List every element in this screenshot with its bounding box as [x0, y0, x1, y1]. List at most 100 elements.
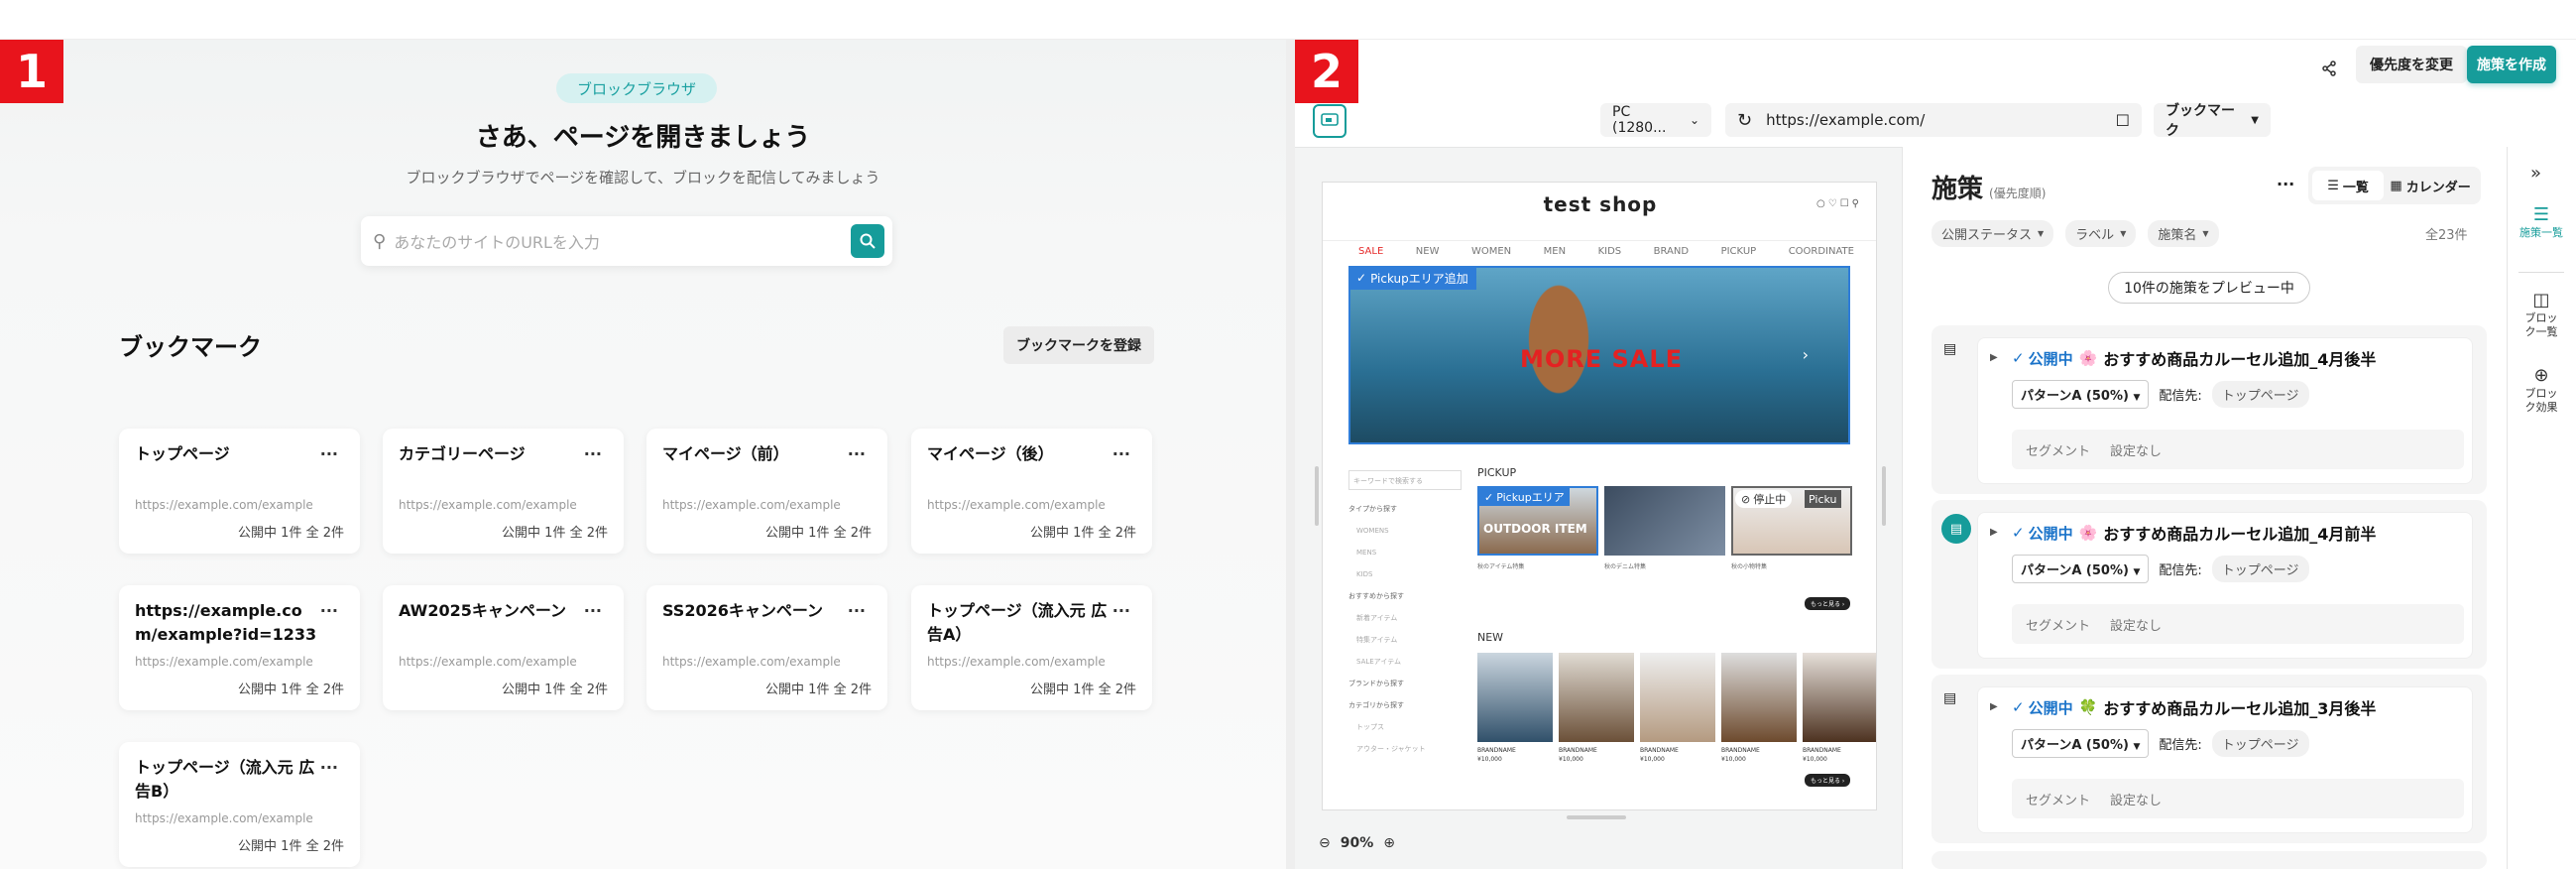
more-icon[interactable]: ...: [848, 440, 866, 459]
bookmark-card[interactable]: トップページ（流入元 広告A）... https://example.com/ex…: [911, 585, 1152, 710]
shop-nav-item[interactable]: SALE: [1358, 246, 1383, 257]
more-icon[interactable]: ...: [320, 754, 338, 773]
side-menu-item[interactable]: ブランドから探す: [1348, 673, 1462, 694]
side-menu-item[interactable]: カテゴリから探す: [1348, 694, 1462, 716]
bookmark-card[interactable]: カテゴリーページ... https://example.com/example 公開…: [383, 429, 624, 554]
hero-banner[interactable]: MORE SALE ›: [1348, 266, 1850, 444]
more-icon[interactable]: ...: [320, 597, 338, 616]
more-icon[interactable]: ...: [848, 597, 866, 616]
bookmark-card[interactable]: マイページ（前）... https://example.com/example 公開…: [646, 429, 887, 554]
resize-handle-bottom[interactable]: [1567, 815, 1626, 819]
side-menu-item[interactable]: おすすめから探す: [1348, 585, 1462, 607]
sidebar-item-blocks[interactable]: ◫ ブロック一覧: [2509, 290, 2574, 339]
change-priority-button[interactable]: 優先度を変更: [2356, 46, 2467, 83]
shop-nav-item[interactable]: KIDS: [1598, 246, 1622, 257]
bookmark-card[interactable]: マイページ（後）... https://example.com/example 公開…: [911, 429, 1152, 554]
filter-status[interactable]: 公開ステータス ▼: [1932, 220, 2054, 247]
bookmark-select[interactable]: ブックマーク ▼: [2154, 103, 2271, 139]
bookmark-url: https://example.com/example: [135, 811, 313, 825]
url-search-box[interactable]: ⚲ あなたのサイトのURLを入力: [361, 216, 892, 266]
list-view-button[interactable]: ☰ 一覧: [2312, 171, 2385, 200]
product-image[interactable]: [1721, 653, 1797, 742]
side-menu-item[interactable]: 新着アイテム: [1348, 607, 1462, 629]
expand-caret-icon[interactable]: ▶: [1990, 701, 1998, 712]
product-image[interactable]: [1803, 653, 1876, 742]
measure-card[interactable]: ▤ ▶ ✓ 公開中 🌸 おすすめ商品カルーセル追加_4月後半 パターンA (50%) …: [1932, 325, 2487, 494]
filter-name[interactable]: 施策名 ▼: [2148, 220, 2219, 247]
side-menu-item[interactable]: アウター・ジャケット: [1348, 738, 1462, 760]
bookmark-card[interactable]: SS2026キャンペーン... https://example.com/examp…: [646, 585, 887, 710]
shop-nav-item[interactable]: COORDINATE: [1789, 246, 1854, 257]
side-menu-item[interactable]: トップス: [1348, 716, 1462, 738]
product-image[interactable]: [1559, 653, 1634, 742]
measure-card[interactable]: ▤ ▶ ✓ 公開中 🌸 おすすめ商品カルーセル追加_4月前半 パターンA (50%) …: [1932, 500, 2487, 669]
share-icon[interactable]: [2314, 54, 2344, 83]
select-block-icon[interactable]: [1313, 104, 1347, 138]
pickup-more-button[interactable]: もっと見る ›: [1805, 597, 1851, 610]
more-icon[interactable]: ...: [320, 440, 338, 459]
resize-handle-right[interactable]: [1882, 466, 1886, 526]
shop-side-search[interactable]: キーワードで検索する: [1348, 470, 1462, 490]
pickup-item-2[interactable]: [1604, 486, 1725, 556]
split-divider[interactable]: [1286, 40, 1295, 869]
measure-card-partial[interactable]: [1932, 851, 2487, 869]
expand-caret-icon[interactable]: ▶: [1990, 352, 1998, 363]
create-measure-button[interactable]: 施策を作成: [2467, 46, 2556, 83]
bookmark-card[interactable]: トップページ（流入元 広告B）... https://example.com/ex…: [119, 742, 360, 867]
bookmark-icon[interactable]: ☐: [2116, 111, 2130, 130]
filter-label[interactable]: ラベル ▼: [2065, 220, 2137, 247]
new-more-button[interactable]: もっと見る ›: [1805, 774, 1851, 787]
side-menu-item[interactable]: タイプから探す: [1348, 498, 1462, 520]
product-image[interactable]: [1477, 653, 1553, 742]
device-select[interactable]: PC (1280... ⌄: [1600, 103, 1711, 137]
pattern-select[interactable]: パターンA (50%) ▼: [2012, 380, 2150, 409]
more-icon[interactable]: ...: [1112, 597, 1130, 616]
pickup-item-1[interactable]: ✓ Pickupエリア OUTDOOR ITEM: [1477, 486, 1598, 556]
side-menu-item[interactable]: KIDS: [1348, 563, 1462, 585]
chevron-right-icon[interactable]: ›: [1803, 345, 1809, 364]
shop-preview[interactable]: test shop ○♡☐⚲ SALE NEW WOMEN MEN KIDS B…: [1322, 182, 1877, 810]
more-icon[interactable]: ...: [584, 597, 602, 616]
sidebar-item-block-effect[interactable]: ⊕ ブロック効果: [2509, 365, 2574, 415]
shop-nav-item[interactable]: MEN: [1544, 246, 1566, 257]
zoom-in-icon[interactable]: ⊕: [1383, 835, 1395, 851]
shop-nav-item[interactable]: WOMEN: [1471, 246, 1511, 257]
segment-row[interactable]: セグメント 設定なし: [2012, 430, 2464, 469]
shop-nav-item[interactable]: BRAND: [1654, 246, 1689, 257]
search-icon: [860, 233, 876, 249]
pickup-item-3[interactable]: ⊘ 停止中 Picku: [1731, 486, 1852, 556]
bookmark-title: SS2026キャンペーン: [662, 601, 824, 620]
side-menu-item[interactable]: SALEアイテム: [1348, 651, 1462, 673]
measure-card[interactable]: ▤ ▶ ✓ 公開中 🍀 おすすめ商品カルーセル追加_3月後半 パターンA (50%) …: [1932, 675, 2487, 843]
more-icon[interactable]: ...: [1112, 440, 1130, 459]
panel-more-icon[interactable]: ···: [2277, 175, 2294, 193]
register-bookmark-button[interactable]: ブックマークを登録: [1003, 326, 1154, 364]
bookmark-card[interactable]: https://example.com/example?id=1233456..…: [119, 585, 360, 710]
resize-handle-left[interactable]: [1315, 466, 1319, 526]
product-image[interactable]: [1640, 653, 1715, 742]
more-icon[interactable]: ...: [584, 440, 602, 459]
preview-count-chip[interactable]: 10件の施策をプレビュー中: [2108, 272, 2310, 304]
collapse-icon[interactable]: »: [2530, 163, 2541, 184]
url-input[interactable]: https://example.com/: [1766, 111, 2116, 129]
pattern-select[interactable]: パターンA (50%) ▼: [2012, 555, 2150, 583]
pattern-select[interactable]: パターンA (50%) ▼: [2012, 729, 2150, 758]
side-menu-item[interactable]: MENS: [1348, 542, 1462, 563]
segment-row[interactable]: セグメント 設定なし: [2012, 604, 2464, 644]
zoom-out-icon[interactable]: ⊖: [1319, 835, 1331, 851]
calendar-view-button[interactable]: ▦ カレンダー: [2384, 171, 2477, 200]
bookmark-card[interactable]: AW2025キャンペーン... https://example.com/examp…: [383, 585, 624, 710]
shop-nav-item[interactable]: NEW: [1416, 246, 1440, 257]
bookmark-card[interactable]: トップページ... https://example.com/example 公開中 …: [119, 429, 360, 554]
hero-block-label[interactable]: ✓ Pickupエリア追加: [1348, 266, 1476, 290]
side-menu-item[interactable]: WOMENS: [1348, 520, 1462, 542]
expand-caret-icon[interactable]: ▶: [1990, 527, 1998, 538]
side-menu-item[interactable]: 特集アイテム: [1348, 629, 1462, 651]
sidebar-item-measures[interactable]: ☰ 施策一覧: [2509, 204, 2574, 240]
shop-nav-item[interactable]: PICKUP: [1721, 246, 1757, 257]
segment-row[interactable]: セグメント 設定なし: [2012, 779, 2464, 818]
url-bar[interactable]: ↻ https://example.com/ ☐: [1725, 103, 2142, 137]
url-search-input[interactable]: あなたのサイトのURLを入力: [394, 229, 851, 253]
reload-icon[interactable]: ↻: [1737, 110, 1752, 131]
search-submit-button[interactable]: [851, 224, 884, 258]
